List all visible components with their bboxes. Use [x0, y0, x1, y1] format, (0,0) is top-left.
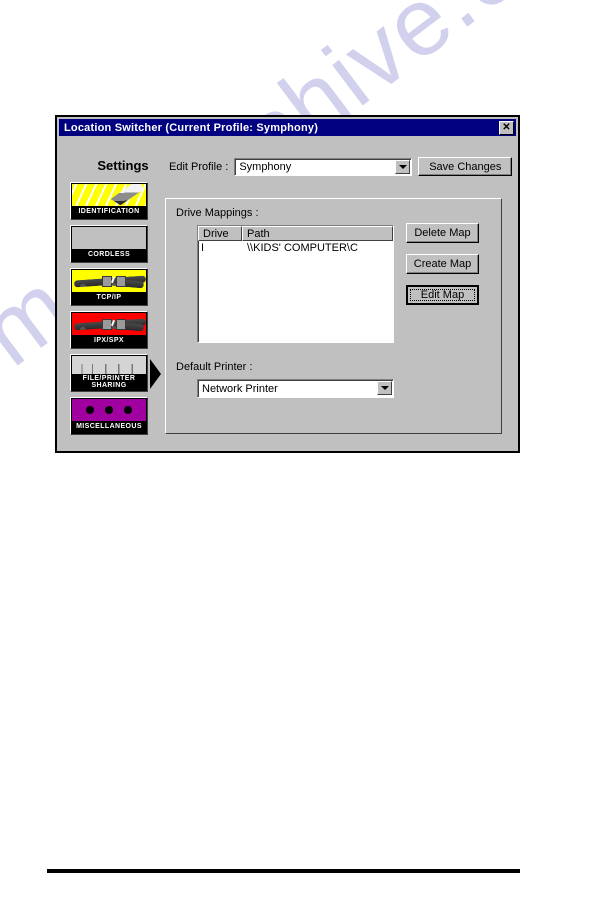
settings-sidebar: IDENTIFICATION CORDLESS TCP/IP IPX/SPX F…	[68, 182, 164, 440]
close-icon[interactable]: ✕	[499, 120, 514, 135]
drive-mappings-list[interactable]: Drive Path I \\KIDS' COMPUTER\C	[197, 225, 394, 343]
chevron-down-icon[interactable]	[377, 381, 392, 395]
map-action-buttons: Delete Map Create Map Edit Map	[406, 223, 479, 316]
location-switcher-window: Location Switcher (Current Profile: Symp…	[55, 115, 520, 453]
sidebar-item-label: IDENTIFICATION	[72, 206, 146, 218]
window-title: Location Switcher (Current Profile: Symp…	[64, 121, 319, 134]
wires-shape	[76, 364, 142, 374]
tcpip-icon	[72, 270, 146, 292]
default-printer-label: Default Printer :	[176, 361, 253, 373]
sidebar-item-miscellaneous[interactable]: MISCELLANEOUS	[70, 397, 148, 435]
drive-mappings-label: Drive Mappings :	[176, 207, 259, 219]
profile-select-value: Symphony	[239, 160, 292, 173]
identification-icon	[72, 184, 146, 206]
sidebar-item-label: MISCELLANEOUS	[72, 421, 146, 433]
column-header-path[interactable]: Path	[242, 226, 393, 241]
sidebar-item-ipxspx[interactable]: IPX/SPX	[70, 311, 148, 349]
delete-map-button[interactable]: Delete Map	[406, 223, 479, 243]
save-changes-button[interactable]: Save Changes	[418, 157, 513, 176]
chevron-down-glyph	[398, 164, 407, 169]
default-printer-select[interactable]: Network Printer	[197, 379, 394, 398]
cordless-icon	[72, 227, 146, 249]
plug-shape	[116, 319, 126, 330]
sidebar-item-file-printer-sharing[interactable]: FILE/PRINTER SHARING	[70, 354, 161, 392]
edit-profile-row: Edit Profile : Symphony Save Changes	[169, 157, 513, 176]
sidebar-item-label: CORDLESS	[72, 249, 146, 261]
sidebar-item-label: IPX/SPX	[72, 335, 146, 347]
sidebar-item-cordless[interactable]: CORDLESS	[70, 225, 148, 263]
selection-arrow-icon	[150, 359, 161, 389]
dialog-client-area: Edit Profile : Symphony Save Changes Set…	[59, 136, 516, 449]
sidebar-item-label: TCP/IP	[72, 292, 146, 304]
default-printer-value: Network Printer	[202, 382, 278, 395]
sidebar-item-identification[interactable]: IDENTIFICATION	[70, 182, 148, 220]
sidebar-item-label: FILE/PRINTER SHARING	[72, 374, 146, 390]
profile-select[interactable]: Symphony	[234, 157, 413, 176]
settings-heading: Settings	[97, 158, 149, 173]
file-printer-sharing-icon	[72, 356, 146, 374]
column-header-drive[interactable]: Drive	[198, 226, 242, 241]
edit-map-button-label: Edit Map	[410, 289, 475, 301]
table-row[interactable]: I \\KIDS' COMPUTER\C	[198, 241, 393, 255]
chevron-down-glyph	[380, 386, 389, 390]
dot-shape	[86, 406, 94, 414]
ipxspx-icon	[72, 313, 146, 335]
cell-drive: I	[201, 242, 205, 254]
page-canvas: manualshive.com Location Switcher (Curre…	[0, 0, 594, 918]
title-bar: Location Switcher (Current Profile: Symp…	[59, 119, 516, 136]
create-map-button[interactable]: Create Map	[406, 254, 479, 274]
cell-path: \\KIDS' COMPUTER\C	[247, 242, 358, 254]
dot-shape	[105, 406, 113, 414]
pencil-icon	[108, 184, 146, 206]
plug-shape	[116, 276, 126, 287]
page-footer-rule	[47, 869, 520, 873]
settings-panel: Drive Mappings : Drive Path I \\KIDS' CO…	[165, 198, 502, 434]
list-header-row: Drive Path	[198, 226, 393, 241]
chevron-down-icon[interactable]	[395, 159, 411, 174]
miscellaneous-icon	[72, 399, 146, 421]
sidebar-item-tcpip[interactable]: TCP/IP	[70, 268, 148, 306]
edit-map-button[interactable]: Edit Map	[406, 285, 479, 305]
dot-shape	[124, 406, 132, 414]
edit-profile-label: Edit Profile :	[169, 160, 229, 173]
